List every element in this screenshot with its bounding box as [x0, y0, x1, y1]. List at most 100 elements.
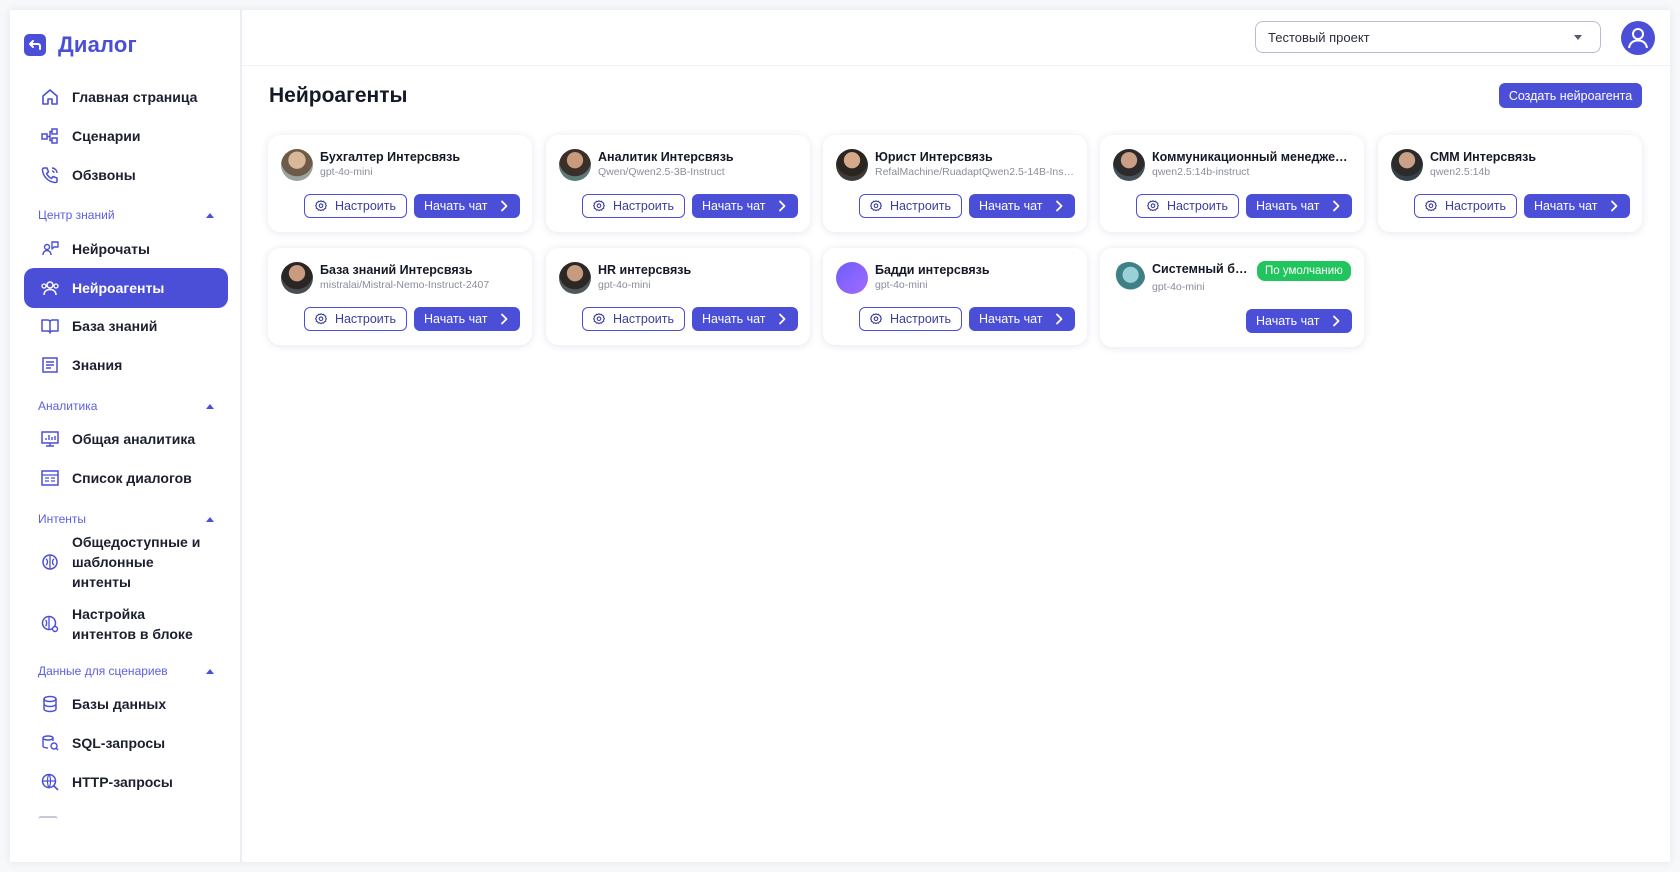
gear-icon: [869, 200, 882, 212]
sidebar-item-dialogs-list[interactable]: Список диалогов: [24, 458, 228, 498]
project-select[interactable]: Тестовый проект: [1255, 21, 1601, 53]
section-label: Данные для сценариев: [38, 664, 168, 678]
start-chat-button[interactable]: Начать чат: [969, 194, 1075, 218]
sidebar-item-knowledge[interactable]: Знания: [24, 345, 228, 385]
chevron-right-icon: [779, 200, 786, 212]
sidebar-item-home[interactable]: Главная страница: [24, 77, 228, 117]
agent-model: gpt-4o-mini: [320, 166, 373, 178]
start-chat-button[interactable]: Начать чат: [692, 194, 798, 218]
sidebar-item-neurochats[interactable]: Нейрочаты: [24, 229, 228, 269]
sidebar-item-label: Нейрочаты: [72, 241, 150, 257]
start-chat-button[interactable]: Начать чат: [969, 307, 1075, 331]
agent-model: gpt-4o-mini: [1152, 281, 1205, 293]
agent-name: Бадди интерсвязь: [875, 263, 990, 277]
configure-button[interactable]: Настроить: [859, 307, 962, 331]
configure-button[interactable]: Настроить: [304, 307, 407, 331]
http-query-icon: [41, 773, 59, 791]
agent-model: gpt-4o-mini: [598, 279, 651, 291]
agent-card: СММ Интерсвязь qwen2.5:14b Настроить Начать…: [1378, 135, 1642, 232]
agent-name: Аналитик Интерсвязь: [598, 150, 734, 164]
configure-button[interactable]: Настроить: [582, 307, 685, 331]
sidebar-item-label: Общая аналитика: [72, 431, 196, 447]
agent-name: Юрист Интерсвязь: [875, 150, 993, 164]
caret-up-icon: [206, 403, 214, 409]
section-knowledge-center[interactable]: Центр знаний: [38, 206, 214, 224]
gear-icon: [1424, 200, 1437, 212]
gear-icon: [592, 200, 605, 212]
start-chat-label: Начать чат: [424, 312, 488, 326]
sidebar-item-databases[interactable]: Базы данных: [24, 684, 228, 724]
neurochat-icon: [42, 241, 59, 256]
section-label: Интенты: [38, 512, 87, 526]
phone-call-icon: [41, 167, 58, 184]
sidebar-item-calls[interactable]: Обзвоны: [24, 155, 228, 195]
start-chat-label: Начать чат: [702, 312, 766, 326]
start-chat-label: Начать чат: [424, 199, 488, 213]
agent-model: Qwen/Qwen2.5-3B-Instruct: [598, 166, 725, 178]
configure-button[interactable]: Настроить: [1136, 194, 1239, 218]
section-label: Аналитика: [38, 399, 98, 413]
sidebar-item-scenarios[interactable]: Сценарии: [24, 116, 228, 156]
user-avatar-button[interactable]: [1621, 21, 1655, 55]
configure-label: Настроить: [334, 199, 397, 213]
agent-avatar: [281, 149, 313, 181]
sidebar-item-intents-settings[interactable]: Настройка интентов в блоке: [24, 597, 228, 651]
home-icon: [42, 89, 58, 105]
agent-name: База знаний Интерсвязь: [320, 263, 473, 277]
sidebar-item-label: База знаний: [72, 318, 158, 334]
section-scenario-data[interactable]: Данные для сценариев: [38, 662, 214, 680]
agent-avatar: [836, 262, 868, 294]
configure-button[interactable]: Настроить: [1414, 194, 1517, 218]
configure-button[interactable]: Настроить: [304, 194, 407, 218]
caret-up-icon: [206, 516, 214, 522]
sidebar-item-label: HTTP-запросы: [72, 774, 173, 790]
create-agent-button[interactable]: Создать нейроагента: [1499, 83, 1642, 108]
start-chat-button[interactable]: Начать чат: [1524, 194, 1630, 218]
sidebar-item-label: Обзвоны: [72, 167, 136, 183]
start-chat-label: Начать чат: [702, 199, 766, 213]
start-chat-button[interactable]: Начать чат: [414, 194, 520, 218]
logo[interactable]: Диалог: [24, 32, 137, 58]
sidebar-item-label: Нейроагенты: [72, 280, 165, 296]
sidebar-item-general-analytics[interactable]: Общая аналитика: [24, 419, 228, 459]
chevron-right-icon: [1333, 200, 1340, 212]
start-chat-button[interactable]: Начать чат: [1246, 194, 1352, 218]
configure-label: Настроить: [1166, 199, 1229, 213]
sidebar-item-sql-queries[interactable]: SQL-запросы: [24, 723, 228, 763]
sidebar-item-http-queries[interactable]: HTTP-запросы: [24, 762, 228, 802]
agent-name: Коммуникационный менеджер...: [1152, 150, 1352, 164]
start-chat-button[interactable]: Начать чат: [414, 307, 520, 331]
sidebar-item-neuroagents[interactable]: Нейроагенты: [24, 268, 228, 308]
start-chat-label: Начать чат: [979, 199, 1043, 213]
agent-model: qwen2.5:14b: [1430, 166, 1491, 178]
start-chat-label: Начать чат: [1256, 199, 1320, 213]
sql-query-icon: [42, 735, 59, 751]
section-analytics[interactable]: Аналитика: [38, 397, 214, 415]
dialogs-list-icon: [41, 470, 59, 486]
sidebar-item-knowledge-base[interactable]: База знаний: [24, 306, 228, 346]
configure-button[interactable]: Настроить: [582, 194, 685, 218]
start-chat-button[interactable]: Начать чат: [1246, 309, 1352, 333]
section-intents[interactable]: Интенты: [38, 510, 214, 528]
agent-name: СММ Интерсвязь: [1430, 150, 1537, 164]
default-badge: По умолчанию: [1257, 261, 1351, 281]
sidebar-item-label: SQL-запросы: [72, 735, 166, 751]
app-name: Диалог: [58, 32, 137, 57]
chevron-right-icon: [1611, 200, 1618, 212]
sidebar-item-label: Список диалогов: [72, 470, 192, 486]
agent-avatar: [1391, 149, 1423, 181]
brain-settings-icon: [41, 615, 59, 633]
agent-avatar: [1113, 149, 1145, 181]
sidebar-item-public-intents[interactable]: Общедоступные и шаблонные интенты: [24, 534, 228, 590]
sidebar-item-label: Главная страница: [72, 89, 198, 105]
agent-card: Системный бот... gpt-4o-mini По умолчанию Н…: [1100, 248, 1364, 347]
configure-button[interactable]: Настроить: [859, 194, 962, 218]
agent-card: Коммуникационный менеджер... qwen2.5:14b-…: [1100, 135, 1364, 232]
agent-card: Бадди интерсвязь gpt-4o-mini Настроить Нача…: [823, 248, 1087, 345]
app-window: Диалог Главная страница Сценарии Обзвоны…: [10, 10, 1670, 862]
agent-card: Аналитик Интерсвязь Qwen/Qwen2.5-3B-Instr…: [546, 135, 810, 232]
topbar: Тестовый проект: [242, 10, 1670, 66]
start-chat-button[interactable]: Начать чат: [692, 307, 798, 331]
configure-label: Настроить: [889, 312, 952, 326]
gear-icon: [592, 313, 605, 325]
